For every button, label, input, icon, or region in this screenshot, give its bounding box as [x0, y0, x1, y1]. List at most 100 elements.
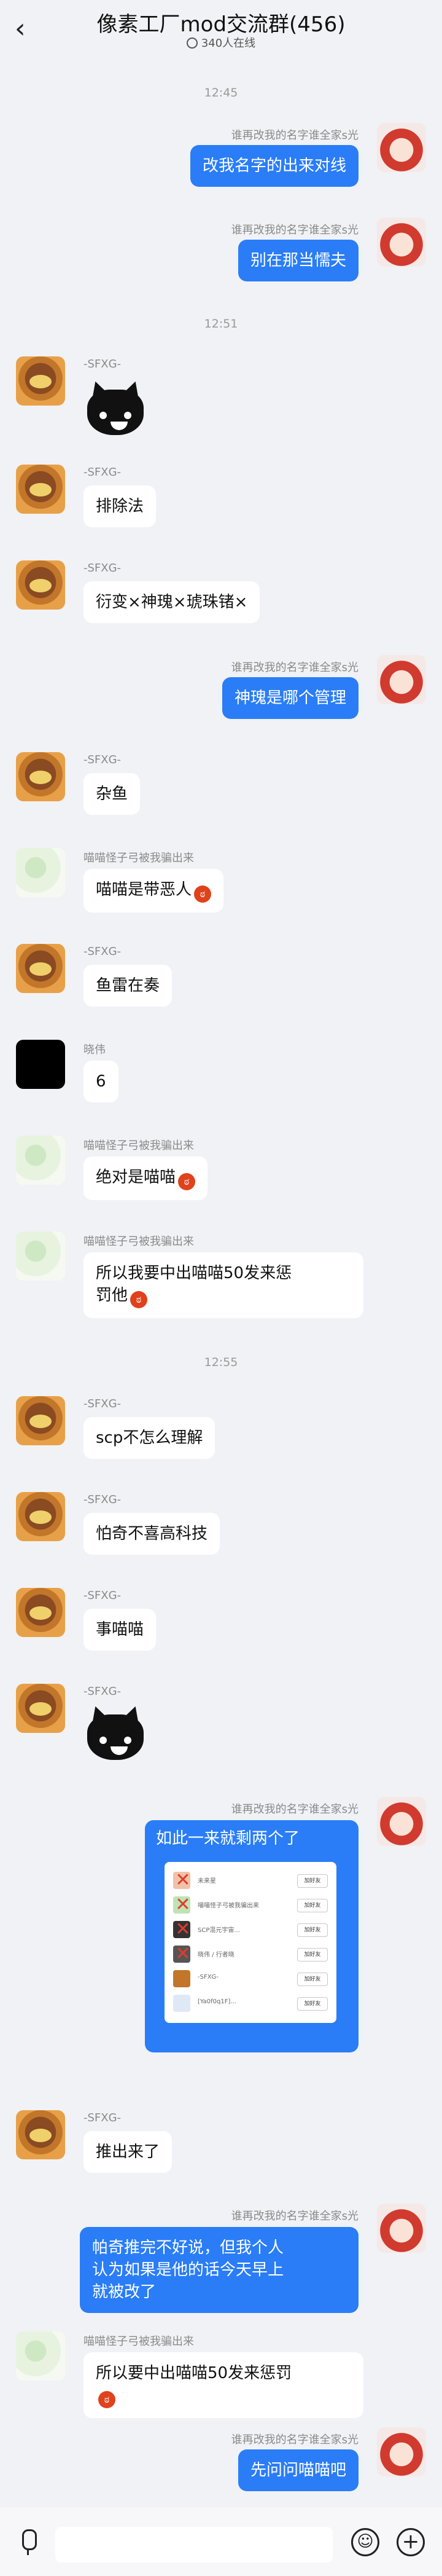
message-sender: -SFXG- [83, 1589, 122, 1602]
cat-mouth [110, 422, 128, 430]
message-sender: -SFXG- [83, 1685, 122, 1698]
message-sender: 谁再改我的名字谁全家s光 [231, 129, 359, 142]
cat-sticker[interactable] [83, 378, 147, 438]
avatar[interactable] [377, 2204, 426, 2253]
add-friend-button: 加好友 [297, 1899, 328, 1912]
message-sender: -SFXG- [83, 945, 122, 958]
avatar[interactable] [377, 1797, 426, 1846]
avatar[interactable] [16, 1396, 65, 1445]
avatar[interactable] [16, 2110, 65, 2159]
online-status-icon [186, 37, 198, 49]
avatar[interactable] [16, 1588, 65, 1637]
message-sender: -SFXG- [83, 466, 122, 479]
message-sender: 谁再改我的名字谁全家s光 [231, 2210, 359, 2223]
cat-eye [99, 1737, 107, 1744]
avatar[interactable] [377, 123, 426, 172]
cat-eye [124, 412, 131, 419]
message-sender: 谁再改我的名字谁全家s光 [231, 1803, 359, 1816]
card-row: ✕ SCP混元宇宙... 加好友 [173, 1920, 328, 1942]
red-x-icon: ✕ [175, 1894, 191, 1915]
message-sender: 喵喵怪子弓被我骗出来 [83, 1235, 194, 1248]
message-bubble[interactable]: 喵喵是带恶人 ಠ [83, 869, 224, 913]
avatar[interactable] [16, 752, 65, 801]
message-sender: -SFXG- [83, 562, 122, 575]
message-bubble[interactable]: 衍变×神瑰×琥珠锗× [83, 581, 260, 623]
cat-eye [99, 412, 107, 419]
plus-icon[interactable]: + [397, 2528, 425, 2556]
cat-eye [124, 1737, 131, 1744]
message-sender: 谁再改我的名字谁全家s光 [231, 2433, 359, 2446]
message-sender: -SFXG- [83, 358, 122, 371]
chat-header: ‹ 像素工厂mod交流群(456) 340人在线 [0, 0, 442, 61]
message-sender: 喵喵怪子弓被我骗出来 [83, 1139, 194, 1152]
avatar[interactable] [16, 1136, 65, 1185]
avatar[interactable] [16, 1684, 65, 1733]
message-bubble[interactable]: 先问问喵喵吧 [238, 2449, 359, 2491]
message-bubble[interactable]: 所以我要中出喵喵50发来惩 罚他 ಠ [83, 1252, 363, 1318]
message-sender: -SFXG- [83, 1493, 122, 1506]
screenshot-image[interactable]: ✕ 未来星 加好友 ✕ 喵喵怪子弓被我骗出来 加好友 ✕ SCP混元宇宙... … [165, 1862, 336, 2023]
card-row: ✕ 晓伟 / 行者晓 加好友 [173, 1944, 328, 1966]
card-avatar [173, 1995, 190, 2012]
avatar[interactable] [16, 356, 65, 406]
message-bubble[interactable]: 别在那当懦夫 [238, 240, 359, 281]
message-bubble[interactable]: 神瑰是哪个管理 [222, 677, 359, 719]
message-sender: -SFXG- [83, 2111, 122, 2124]
message-bubble[interactable]: 怕奇不喜高科技 [83, 1513, 220, 1555]
avatar[interactable] [377, 655, 426, 704]
message-bubble[interactable]: 6 [83, 1061, 118, 1102]
avatar[interactable] [16, 465, 65, 514]
cat-head [87, 1714, 144, 1760]
cat-sticker[interactable] [83, 1703, 147, 1762]
avatar[interactable] [16, 560, 65, 610]
message-bubble[interactable]: 鱼雷在奏 [83, 965, 173, 1007]
avatar[interactable] [16, 1040, 65, 1089]
online-count: 340人在线 [0, 34, 442, 50]
add-friend-button: 加好友 [297, 1874, 328, 1888]
add-friend-button: 加好友 [297, 1973, 328, 1986]
angry-face-icon: ಠ [130, 1291, 148, 1308]
timestamp: 12:51 [204, 317, 238, 331]
message-sender: 谁再改我的名字谁全家s光 [231, 661, 359, 674]
angry-face-icon: ಠ [194, 886, 212, 903]
add-friend-button: 加好友 [297, 1923, 328, 1937]
message-bubble[interactable]: scp不怎么理解 [83, 1417, 215, 1459]
card-row: ✕ 喵喵怪子弓被我骗出来 加好友 [173, 1895, 328, 1917]
avatar[interactable] [16, 944, 65, 993]
avatar[interactable] [377, 218, 426, 267]
message-bubble[interactable]: 帕奇推完不好说，但我个人 认为如果是他的话今天早上 就被改了 [80, 2227, 359, 2313]
avatar[interactable] [16, 2331, 65, 2381]
add-friend-button: 加好友 [297, 1997, 328, 2011]
mic-icon[interactable] [16, 2529, 41, 2556]
avatar[interactable] [377, 2427, 426, 2476]
message-bubble[interactable]: 绝对是喵喵 ಠ [83, 1156, 208, 1200]
message-sender: 喵喵怪子弓被我骗出来 [83, 852, 194, 865]
red-x-icon: ✕ [175, 1869, 191, 1891]
avatar[interactable] [16, 848, 65, 897]
message-bubble[interactable]: 改我名字的出来对线 [190, 145, 359, 187]
angry-face-icon: ಠ [178, 1173, 196, 1190]
cat-head [87, 390, 144, 435]
message-sender: -SFXG- [83, 1397, 122, 1410]
message-list[interactable]: 12:45 谁再改我的名字谁全家s光 改我名字的出来对线 谁再改我的名字谁全家s… [0, 61, 442, 2507]
group-title[interactable]: 像素工厂mod交流群(456) [0, 7, 442, 37]
message-bubble[interactable]: 杂鱼 [83, 773, 141, 815]
message-bubble[interactable]: 排除法 [83, 485, 157, 527]
message-sender: 谁再改我的名字谁全家s光 [231, 224, 359, 237]
emoji-icon[interactable]: ☺ [351, 2528, 379, 2556]
message-sender: 晓伟 [83, 1043, 106, 1056]
red-x-icon: ✕ [175, 1943, 191, 1965]
add-friend-button: 加好友 [297, 1948, 328, 1961]
message-input[interactable] [55, 2527, 333, 2562]
message-bubble[interactable]: 所以要中出喵喵50发来惩罚 ಠ [83, 2352, 363, 2418]
avatar[interactable] [16, 1492, 65, 1541]
message-bubble[interactable]: 推出来了 [83, 2131, 173, 2173]
angry-face-icon: ಠ [98, 2391, 115, 2408]
cat-mouth [110, 1746, 128, 1755]
avatar[interactable] [16, 1231, 65, 1281]
timestamp: 12:55 [204, 1356, 238, 1369]
card-avatar [173, 1970, 190, 1987]
input-bar: ☺ + [0, 2507, 442, 2576]
card-row: [Ya0f0q1F]... 加好友 [173, 1993, 328, 2016]
message-bubble[interactable]: 事喵喵 [83, 1609, 157, 1651]
